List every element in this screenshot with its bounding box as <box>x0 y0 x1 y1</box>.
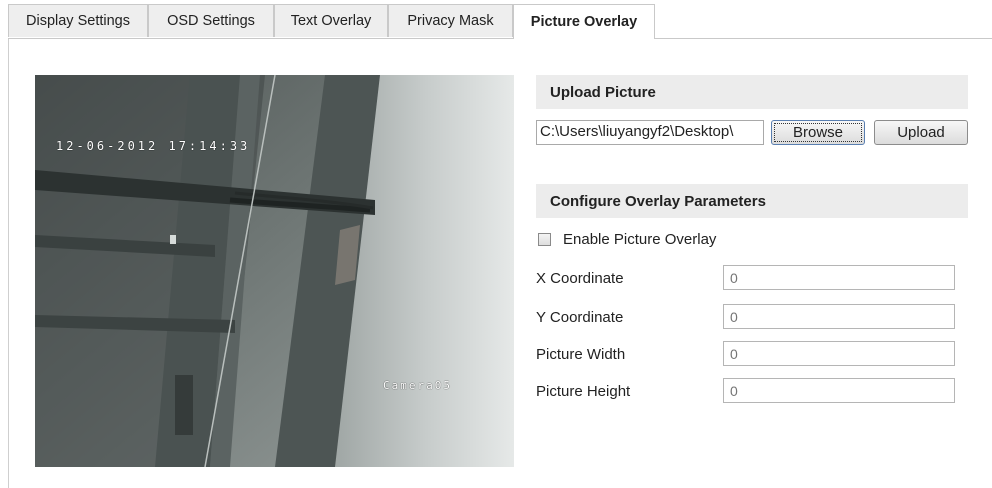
picture-width-label: Picture Width <box>536 346 626 363</box>
enable-picture-overlay-label: Enable Picture Overlay <box>563 231 717 248</box>
button-label: Upload <box>897 124 945 141</box>
tab-divider <box>8 38 992 39</box>
file-path-input[interactable]: C:\Users\liuyangyf2\Desktop\ <box>536 120 764 145</box>
upload-picture-header: Upload Picture <box>536 75 968 109</box>
y-coordinate-input[interactable] <box>723 304 955 329</box>
datetime-overlay: 12-06-2012 17:14:33 <box>56 139 251 153</box>
x-coordinate-input[interactable] <box>723 265 955 290</box>
tab-osd-settings[interactable]: OSD Settings <box>148 4 274 37</box>
picture-width-input[interactable] <box>723 341 955 366</box>
upload-button[interactable]: Upload <box>874 120 968 145</box>
button-label: Browse <box>792 124 844 141</box>
camera-name-overlay: Camera05 <box>383 379 452 392</box>
camera-preview: 12-06-2012 17:14:33 Camera05 <box>35 75 514 467</box>
tab-privacy-mask[interactable]: Privacy Mask <box>388 4 513 37</box>
tab-label: Display Settings <box>26 13 130 29</box>
content-border <box>8 39 9 488</box>
tab-display-settings[interactable]: Display Settings <box>8 4 148 37</box>
browse-button[interactable]: Browse <box>771 120 865 145</box>
x-coordinate-label: X Coordinate <box>536 270 624 287</box>
y-coordinate-label: Y Coordinate <box>536 309 624 326</box>
tab-picture-overlay[interactable]: Picture Overlay <box>513 4 655 39</box>
tab-label: Privacy Mask <box>407 13 494 29</box>
picture-height-label: Picture Height <box>536 383 631 400</box>
overlay-parameters-header: Configure Overlay Parameters <box>536 184 968 218</box>
tab-text-overlay[interactable]: Text Overlay <box>274 4 388 37</box>
section-title: Configure Overlay Parameters <box>550 192 766 210</box>
tab-label: Text Overlay <box>290 13 372 29</box>
enable-picture-overlay-checkbox[interactable] <box>538 233 551 246</box>
tab-label: Picture Overlay <box>530 14 638 30</box>
camera-image <box>35 75 514 467</box>
tab-label: OSD Settings <box>167 13 255 29</box>
tab-bar: Display Settings OSD Settings Text Overl… <box>8 4 992 39</box>
picture-height-input[interactable] <box>723 378 955 403</box>
section-title: Upload Picture <box>550 83 656 101</box>
